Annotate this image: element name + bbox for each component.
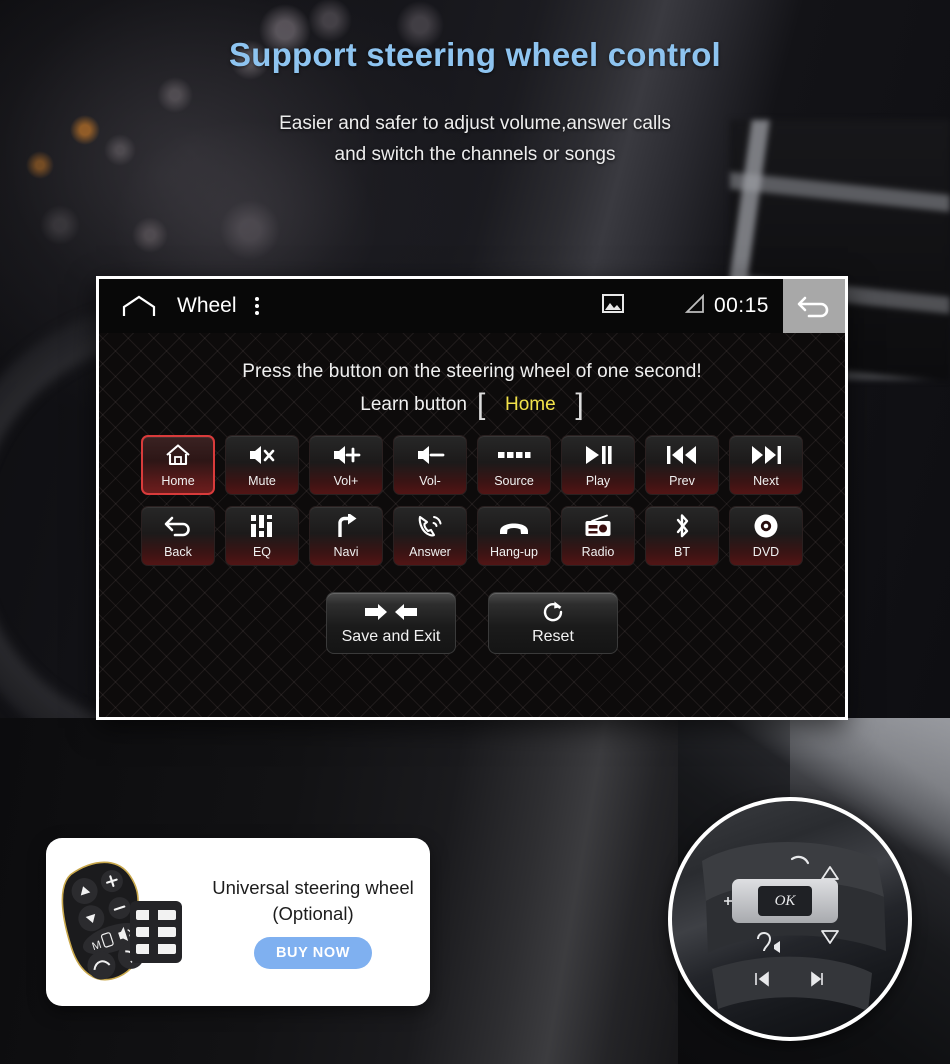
key-radio[interactable]: Radio	[561, 506, 635, 566]
key-label: Navi	[333, 545, 359, 559]
product-card-text: Universal steering wheel (Optional) BUY …	[204, 875, 430, 969]
key-volume-down[interactable]: Vol-	[393, 435, 467, 495]
product-title-line-2: (Optional)	[272, 903, 354, 924]
more-vertical-icon[interactable]	[254, 297, 259, 315]
key-hangup[interactable]: Hang-up	[477, 506, 551, 566]
wheel-learn-content: Press the button on the steering wheel o…	[99, 333, 845, 717]
key-next[interactable]: Next	[729, 435, 803, 495]
status-bar-right: 00:15	[601, 279, 845, 333]
action-label: Save and Exit	[341, 627, 441, 645]
clock: 00:15	[713, 294, 769, 317]
key-navigation[interactable]: Navi	[309, 506, 383, 566]
steering-wheel-buttons-closeup-photo: OK	[668, 797, 912, 1041]
key-grid-row-1: Home Mute Vol+ Vol- Source Play Prev Nex…	[99, 435, 845, 495]
status-bar: Wheel 00:15	[99, 279, 845, 333]
key-source[interactable]: Source	[477, 435, 551, 495]
head-unit-screen: Wheel 00:15 Press the button on the stee…	[96, 276, 848, 720]
key-label: Source	[494, 474, 534, 488]
key-label: Prev	[669, 474, 695, 488]
reset-button[interactable]: Reset	[488, 592, 618, 654]
key-label: Hang-up	[490, 545, 538, 559]
speaker-mute-icon	[247, 442, 277, 468]
product-card[interactable]: M Universal steering wheel (Optional) BU…	[46, 838, 430, 1006]
key-play[interactable]: Play	[561, 435, 635, 495]
phone-hangup-icon	[498, 513, 530, 539]
refresh-icon	[541, 601, 565, 623]
key-home[interactable]: Home	[141, 435, 215, 495]
key-label: EQ	[252, 545, 272, 559]
key-dvd[interactable]: DVD	[729, 506, 803, 566]
key-label: Radio	[581, 545, 615, 559]
key-label: Back	[164, 545, 192, 559]
source-bars-icon	[497, 442, 531, 468]
equalizer-icon	[249, 513, 275, 539]
image-icon[interactable]	[601, 294, 624, 318]
key-mute[interactable]: Mute	[225, 435, 299, 495]
key-label: Home	[161, 474, 195, 488]
phone-ringing-icon	[416, 513, 444, 539]
home-outline-icon[interactable]	[121, 295, 157, 317]
key-label: Vol-	[419, 474, 441, 488]
key-previous[interactable]: Prev	[645, 435, 719, 495]
key-answer[interactable]: Answer	[393, 506, 467, 566]
key-bluetooth[interactable]: BT	[645, 506, 719, 566]
volume-up-icon	[331, 442, 361, 468]
learn-button-label: Learn button	[360, 394, 467, 415]
key-label: BT	[674, 545, 690, 559]
home-icon	[165, 442, 191, 468]
promo-page: Support steering wheel control Easier an…	[0, 0, 950, 1064]
action-buttons: Save and Exit Reset	[99, 592, 845, 654]
page-title: Wheel	[177, 294, 237, 317]
action-label: Reset	[532, 627, 574, 645]
radio-icon	[584, 513, 612, 539]
ok-label: OK	[758, 886, 812, 916]
back-curved-arrow-icon	[163, 513, 193, 539]
bracket-close: ]	[575, 388, 584, 421]
back-button[interactable]	[783, 279, 845, 333]
back-arrow-icon	[797, 296, 829, 318]
learn-button-row: Learn button [ Home ]	[99, 388, 845, 421]
buy-now-button[interactable]: BUY NOW	[253, 937, 373, 969]
instruction-text: Press the button on the steering wheel o…	[242, 361, 702, 382]
previous-track-icon	[666, 442, 698, 468]
signal-triangle-icon	[684, 293, 706, 319]
turn-right-arrow-icon	[333, 513, 359, 539]
bracket-open: [	[477, 388, 486, 421]
ok-button-closeup: OK	[732, 879, 838, 923]
key-label: Next	[753, 474, 779, 488]
key-label: Play	[585, 474, 611, 488]
save-and-exit-button[interactable]: Save and Exit	[326, 592, 456, 654]
promo-subline-2: and switch the channels or songs	[334, 144, 616, 165]
key-grid-row-2: Back EQ Navi Answer Hang-up Radio BT DVD	[99, 506, 845, 566]
next-track-icon	[750, 442, 782, 468]
promo-subline-1: Easier and safer to adjust volume,answer…	[279, 113, 671, 134]
arrows-inward-icon	[363, 601, 419, 623]
bluetooth-icon	[672, 513, 692, 539]
key-label: Mute	[248, 474, 276, 488]
key-equalizer[interactable]: EQ	[225, 506, 299, 566]
disc-icon	[753, 513, 779, 539]
universal-steering-wheel-remote-photo: M	[52, 847, 204, 997]
learn-button-value: Home	[505, 394, 556, 415]
key-volume-up[interactable]: Vol+	[309, 435, 383, 495]
key-label: Answer	[409, 545, 451, 559]
product-title-line-1: Universal steering wheel	[212, 877, 414, 898]
key-label: DVD	[752, 545, 780, 559]
volume-down-icon	[415, 442, 445, 468]
promo-headline: Support steering wheel control	[229, 36, 721, 73]
play-pause-icon	[583, 442, 613, 468]
promo-subline: Easier and safer to adjust volume,answer…	[0, 108, 950, 170]
key-label: Vol+	[333, 474, 359, 488]
key-back[interactable]: Back	[141, 506, 215, 566]
